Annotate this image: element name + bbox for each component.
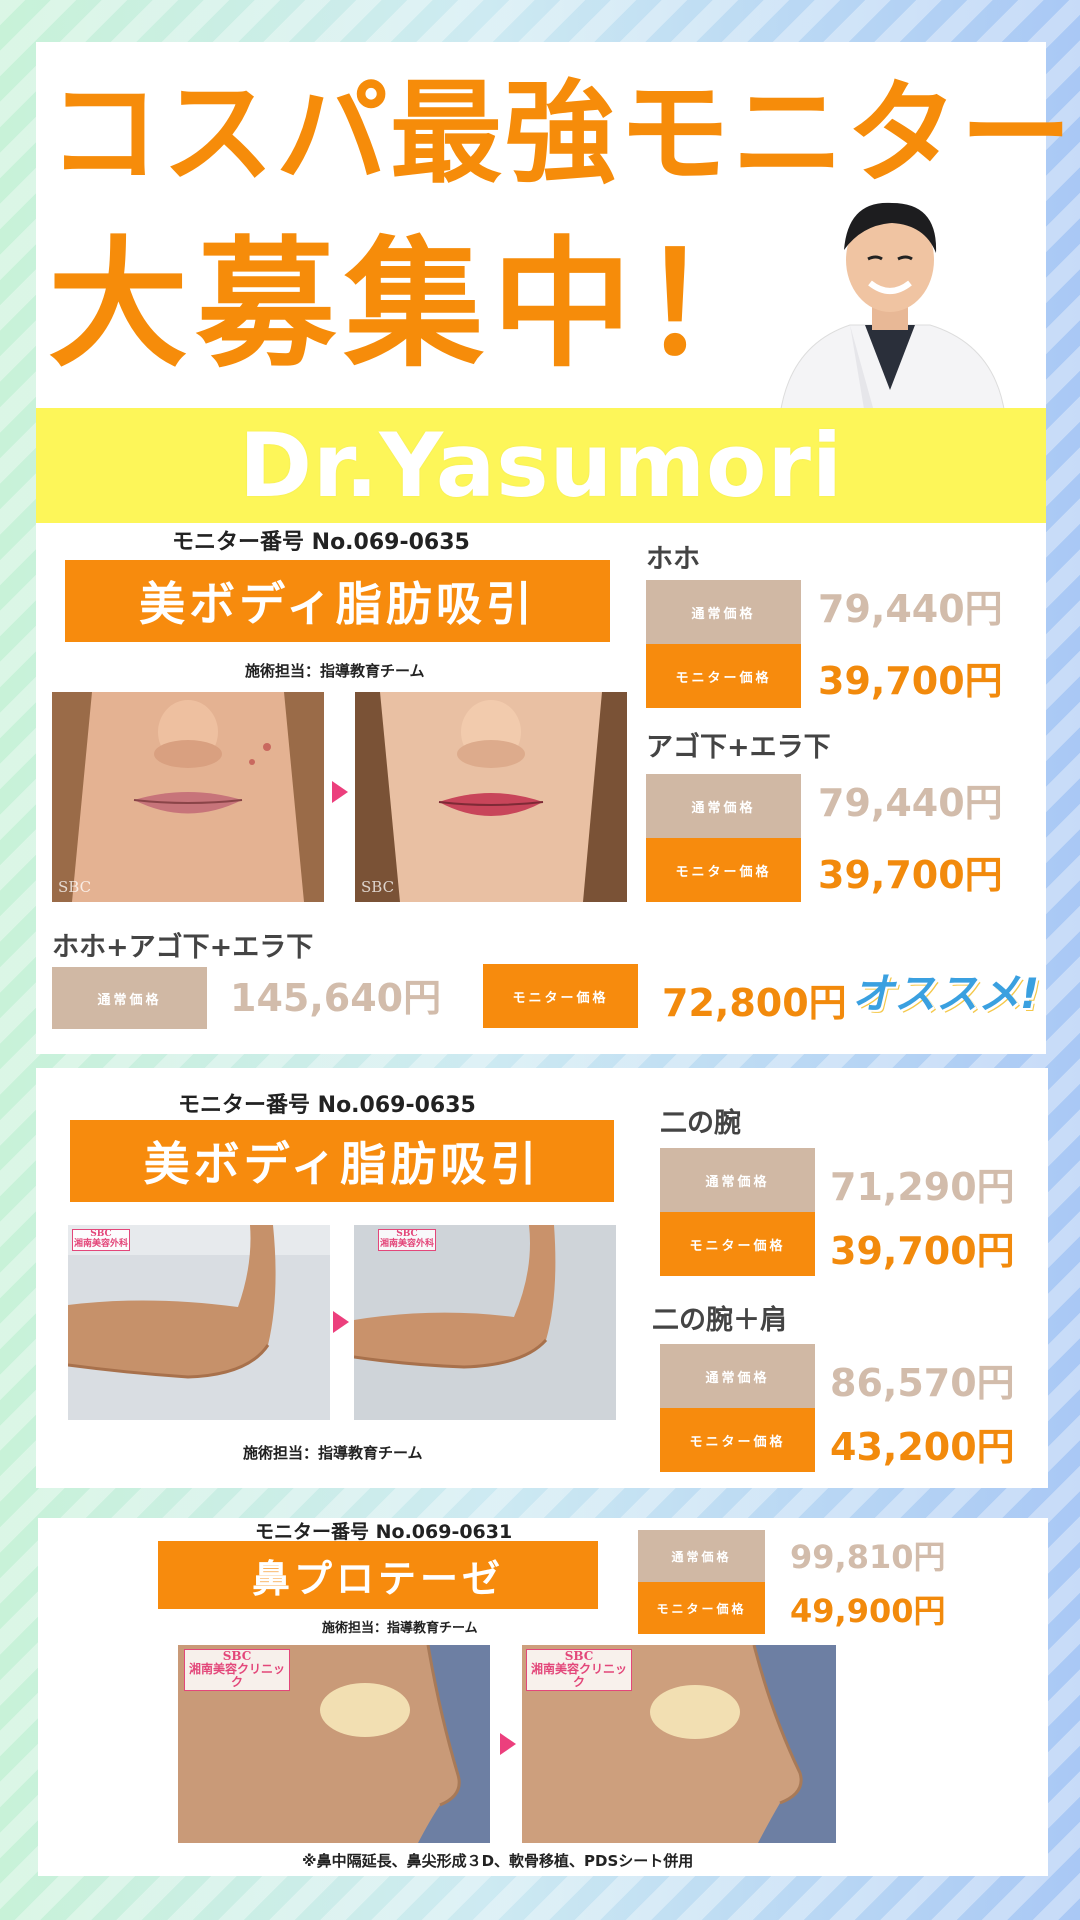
section1-price2-normal-price: 79,440円 <box>818 781 1003 825</box>
section1-price2-monitor-price: 39,700円 <box>818 853 1003 897</box>
section1-price1-area: ホホ <box>646 544 700 575</box>
section2-price1-monitor-price: 39,700円 <box>830 1229 1015 1273</box>
section2-price1-normal-price: 71,290円 <box>830 1165 1015 1209</box>
section2-price2-normal-label: 通常価格 <box>660 1344 815 1408</box>
section1-price1-normal-label: 通常価格 <box>646 580 801 644</box>
section3-after-photo: SBC 湘南美容クリニック <box>522 1645 836 1843</box>
section1-price1-monitor-price: 39,700円 <box>818 659 1003 703</box>
section1-price1-normal-price: 79,440円 <box>818 587 1003 631</box>
section1-combo-normal-label: 通常価格 <box>52 967 207 1029</box>
osusume-badge: オススメ! <box>852 960 1039 1021</box>
section3-before-clinic-badge: SBC 湘南美容クリニック <box>184 1649 290 1691</box>
section2-before-photo: SBC 湘南美容外科 <box>68 1225 330 1420</box>
section2-arrow-icon <box>333 1311 349 1333</box>
section2-after-photo: SBC 湘南美容外科 <box>354 1225 616 1420</box>
section2-monitor-number: モニター番号 No.069-0635 <box>178 1093 476 1118</box>
section3-normal-price: 99,810円 <box>790 1538 946 1576</box>
section3-after-clinic-badge: SBC 湘南美容クリニック <box>526 1649 632 1691</box>
section3-monitor-number: モニター番号 No.069-0631 <box>255 1521 513 1543</box>
section3-arrow-icon <box>500 1733 516 1755</box>
section2-price1-monitor-label: モニター価格 <box>660 1212 815 1276</box>
section1-before-watermark: SBC <box>58 878 92 896</box>
section2-price2-area: 二の腕＋肩 <box>652 1305 787 1336</box>
section1-staff: 施術担当：指導教育チーム <box>245 662 425 680</box>
section1-price2-normal-label: 通常価格 <box>646 774 801 838</box>
section3-normal-label: 通常価格 <box>638 1530 765 1582</box>
section2-before-badge-name: 湘南美容外科 <box>73 1238 128 1249</box>
section3-monitor-price: 49,900円 <box>790 1592 946 1630</box>
section1-combo-monitor-price: 72,800円 <box>662 981 847 1025</box>
section3-after-eye-mask <box>650 1685 740 1739</box>
section3-before-eye-mask <box>320 1683 410 1737</box>
section1-arrow-icon <box>332 781 348 803</box>
section3-monitor-label: モニター価格 <box>638 1582 765 1634</box>
section2-price2-monitor-label: モニター価格 <box>660 1408 815 1472</box>
doctor-name: Dr.Yasumori <box>238 414 844 517</box>
section3-note: ※鼻中隔延長、鼻尖形成３D、軟骨移植、PDSシート併用 <box>302 1852 694 1870</box>
section2-price2-normal-price: 86,570円 <box>830 1361 1015 1405</box>
section1-title: 美ボディ脂肪吸引 <box>65 560 610 642</box>
section1-price2-area: アゴ下+エラ下 <box>646 732 831 763</box>
section3-title: 鼻プロテーゼ <box>158 1541 598 1609</box>
section2-staff: 施術担当：指導教育チーム <box>243 1444 423 1462</box>
section2-price1-normal-label: 通常価格 <box>660 1148 815 1212</box>
section1-combo-monitor-label: モニター価格 <box>483 964 638 1028</box>
section2-before-clinic-badge: SBC 湘南美容外科 <box>72 1229 130 1251</box>
section1-price2-monitor-label: モニター価格 <box>646 838 801 902</box>
section3-after-badge-name: 湘南美容クリニック <box>530 1662 627 1690</box>
section1-after-watermark: SBC <box>361 878 395 896</box>
headline-line2: 大募集中！ <box>48 224 789 387</box>
osusume-badge-text: オススメ! <box>852 969 1040 1018</box>
section1-price1-monitor-label: モニター価格 <box>646 644 801 708</box>
section1-before-photo: SBC <box>52 692 324 902</box>
section3-staff: 施術担当：指導教育チーム <box>322 1621 478 1636</box>
section2-title: 美ボディ脂肪吸引 <box>70 1120 614 1202</box>
doctor-photo <box>770 175 1010 415</box>
section2-price1-area: 二の腕 <box>660 1108 741 1139</box>
section1-combo-area: ホホ+アゴ下+エラ下 <box>52 932 314 963</box>
section1-after-photo: SBC <box>355 692 627 902</box>
section2-after-badge-name: 湘南美容外科 <box>379 1238 434 1249</box>
section1-combo-normal-price: 145,640円 <box>230 976 442 1020</box>
section3-before-badge-name: 湘南美容クリニック <box>188 1662 285 1690</box>
section2-after-clinic-badge: SBC 湘南美容外科 <box>378 1229 436 1251</box>
section1-monitor-number: モニター番号 No.069-0635 <box>172 530 470 555</box>
section2-price2-monitor-price: 43,200円 <box>830 1425 1015 1469</box>
section3-before-photo: SBC 湘南美容クリニック <box>178 1645 490 1843</box>
